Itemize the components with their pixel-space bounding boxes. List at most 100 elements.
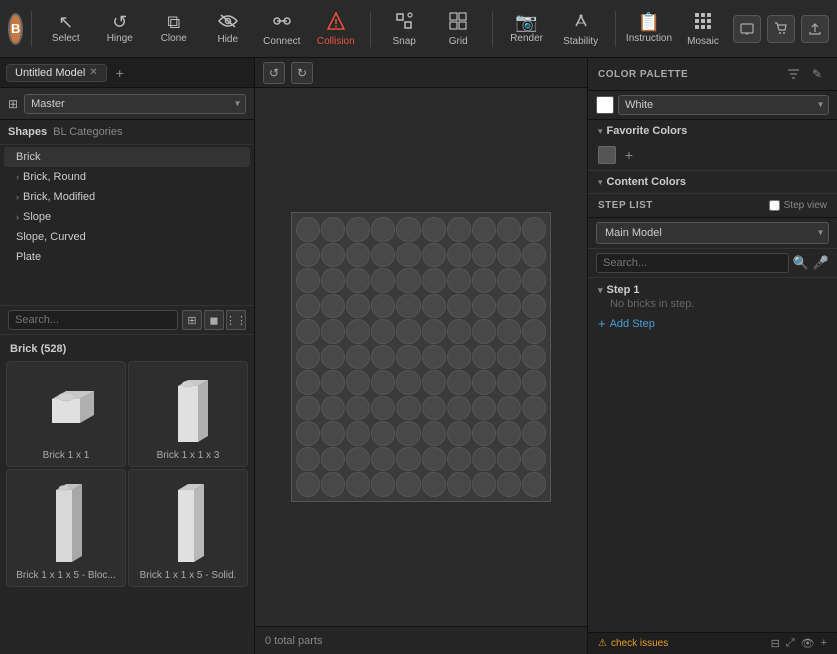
brick-card-1x1x3[interactable]: Brick 1 x 1 x 3	[128, 361, 248, 467]
shape-item-brick[interactable]: Brick	[4, 147, 250, 167]
brick-card-1x1[interactable]: Brick 1 x 1	[6, 361, 126, 467]
connect-tool[interactable]: Connect	[256, 4, 308, 54]
baseplate-stud	[321, 243, 345, 268]
bricks-grid: Brick 1 x 1 Brick 1 x 1 x 3	[0, 359, 254, 589]
brick-1x1x5b-label: Brick 1 x 1 x 5 - Solid.	[140, 570, 237, 582]
tool-group-view: Snap Grid	[378, 4, 484, 54]
add-tab-button[interactable]: +	[111, 64, 129, 82]
stability-icon	[571, 11, 591, 34]
shape-item-slope[interactable]: › Slope	[4, 207, 250, 227]
collision-tool[interactable]: Collision	[310, 4, 362, 54]
check-issues[interactable]: ⚠ check issues	[598, 638, 668, 649]
mic-icon[interactable]: 🎤	[813, 255, 829, 271]
snap-tool[interactable]: Snap	[378, 4, 430, 54]
search-icon[interactable]: 🔍	[793, 255, 809, 271]
stability-tool[interactable]: Stability	[555, 4, 607, 54]
user-avatar[interactable]: B	[8, 13, 23, 45]
step-1-header: ▾ Step 1	[598, 284, 827, 296]
close-tab-icon[interactable]: ✕	[89, 67, 97, 78]
color-name-display[interactable]: White	[618, 95, 829, 115]
baseplate-stud	[472, 396, 496, 421]
baseplate-stud	[497, 396, 521, 421]
view-btn-list[interactable]: ⋮⋮	[226, 310, 246, 330]
add-favorite-color-button[interactable]: +	[620, 146, 638, 164]
viewport-canvas[interactable]	[255, 88, 587, 626]
chevron-icon: ›	[16, 212, 19, 222]
baseplate-stud	[472, 370, 496, 395]
favorite-colors-body: +	[588, 142, 837, 170]
baseplate-stud	[422, 370, 446, 395]
baseplate-stud	[346, 396, 370, 421]
filter-icon[interactable]	[783, 64, 803, 84]
add-step-plus-icon: +	[598, 316, 606, 331]
shape-item-brick-modified[interactable]: › Brick, Modified	[4, 187, 250, 207]
model-tab[interactable]: Untitled Model ✕	[6, 64, 107, 82]
baseplate-stud	[346, 243, 370, 268]
baseplate-stud	[472, 447, 496, 472]
content-colors-section: ▾ Content Colors	[588, 171, 837, 194]
mosaic-tool[interactable]: Mosaic	[677, 4, 729, 54]
toolbar-btn-monitor[interactable]	[733, 15, 761, 43]
instruction-tool[interactable]: 📋 Instruction	[623, 4, 675, 54]
main-model-select[interactable]: Main Model	[596, 222, 829, 244]
clone-tool[interactable]: ⧉ Clone	[148, 4, 200, 54]
bottom-expand-icon[interactable]: ⤢	[786, 637, 795, 650]
hinge-tool[interactable]: ↺ Hinge	[94, 4, 146, 54]
step-view-checkbox[interactable]	[769, 200, 780, 211]
baseplate-stud	[396, 396, 420, 421]
color-palette-title: COLOR PALETTE	[598, 69, 779, 80]
render-tool[interactable]: 📷 Render	[501, 4, 553, 54]
step-search-input[interactable]	[596, 253, 789, 273]
baseplate-stud	[296, 396, 320, 421]
bottom-eye-icon[interactable]: 👁	[801, 637, 815, 650]
select-tool[interactable]: ↖ Select	[40, 4, 92, 54]
shape-item-plate[interactable]: Plate	[4, 247, 250, 267]
fav-color-row: +	[598, 146, 827, 164]
edit-icon[interactable]: ✎	[807, 64, 827, 84]
toolbar: B ↖ Select ↺ Hinge ⧉ Clone Hide	[0, 0, 837, 58]
bl-categories-link[interactable]: BL Categories	[53, 126, 122, 138]
baseplate-stud	[422, 294, 446, 319]
baseplate-stud	[371, 217, 395, 242]
hide-tool[interactable]: Hide	[202, 4, 254, 54]
clone-label: Clone	[161, 33, 187, 44]
shapes-header: Shapes BL Categories	[0, 120, 254, 145]
fav-swatch-1[interactable]	[598, 146, 616, 164]
view-btn-fill[interactable]: ◼	[204, 310, 224, 330]
step-view-toggle[interactable]: Step view	[769, 200, 827, 211]
grid-tool[interactable]: Grid	[432, 4, 484, 54]
bottom-minimize-icon[interactable]: ⊟	[771, 637, 780, 650]
baseplate-stud	[371, 447, 395, 472]
shape-slope-curved-label: Slope, Curved	[16, 231, 86, 243]
brick-card-1x1x5a[interactable]: Brick 1 x 1 x 5 - Bloc...	[6, 469, 126, 587]
tool-group-render: 📷 Render Stability	[501, 4, 607, 54]
baseplate-stud	[321, 294, 345, 319]
snap-icon	[394, 11, 414, 34]
view-btn-grid[interactable]: ⊞	[182, 310, 202, 330]
search-input[interactable]	[8, 310, 178, 330]
collision-label: Collision	[317, 36, 355, 47]
baseplate-stud	[396, 268, 420, 293]
shape-item-slope-curved[interactable]: Slope, Curved	[4, 227, 250, 247]
add-step-button[interactable]: + Add Step	[598, 314, 827, 333]
model-tab-label: Untitled Model	[15, 67, 85, 79]
baseplate-stud	[472, 268, 496, 293]
vp-redo-btn[interactable]: ↻	[291, 62, 313, 84]
shape-brick-label: Brick	[16, 151, 40, 163]
baseplate-stud	[346, 421, 370, 446]
brick-card-1x1x5b[interactable]: Brick 1 x 1 x 5 - Solid.	[128, 469, 248, 587]
select-icon: ↖	[58, 13, 73, 31]
vp-undo-btn[interactable]: ↺	[263, 62, 285, 84]
bottom-plus-icon[interactable]: +	[821, 637, 827, 650]
content-colors-header[interactable]: ▾ Content Colors	[588, 171, 837, 193]
toolbar-btn-cart[interactable]	[767, 15, 795, 43]
render-icon: 📷	[515, 13, 537, 31]
shape-item-brick-round[interactable]: › Brick, Round	[4, 167, 250, 187]
baseplate-stud	[321, 217, 345, 242]
toolbar-btn-upload[interactable]	[801, 15, 829, 43]
favorite-colors-header[interactable]: ▾ Favorite Colors	[588, 120, 837, 142]
grid-icon	[448, 11, 468, 34]
master-select[interactable]: Master	[24, 94, 246, 114]
shape-brick-round-label: Brick, Round	[23, 171, 86, 183]
baseplate-stud	[396, 345, 420, 370]
